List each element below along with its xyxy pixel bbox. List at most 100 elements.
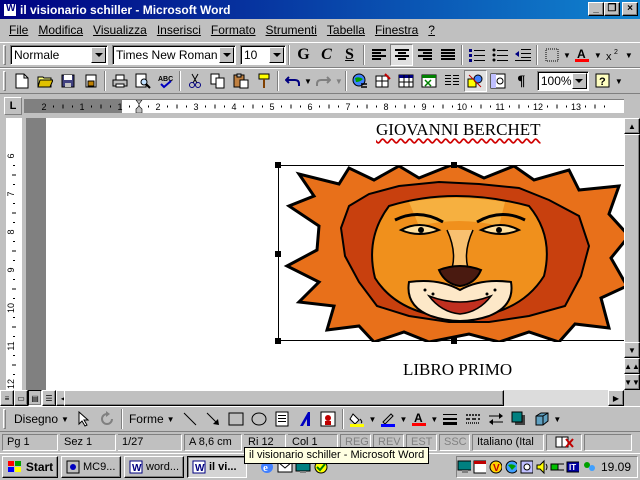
scheduler-tray-icon[interactable] [519,459,533,475]
rectangle-tool-button[interactable] [225,408,248,430]
style-combo[interactable]: Normale [10,45,108,65]
fill-color-button[interactable] [346,408,369,430]
3d-button[interactable] [530,408,553,430]
status-section[interactable]: Sez 1 [60,433,116,451]
menu-inserisci[interactable]: Inserisci [152,21,206,39]
undo-button[interactable] [281,70,304,92]
messenger-tray-icon[interactable] [581,459,595,475]
superscript-button[interactable]: x2 [602,44,625,66]
bullets-button[interactable] [488,44,511,66]
tables-borders-button[interactable] [372,70,395,92]
previous-page-button[interactable]: ▲▲ [624,358,640,374]
title-bar[interactable]: il visionario schiller - Microsoft Word … [0,0,640,19]
first-line-indent-marker[interactable] [135,100,143,105]
draw-menu-button[interactable]: Disegno ▼ [10,408,73,430]
wordart-button[interactable] [294,408,317,430]
save-button[interactable] [56,70,79,92]
vertical-scrollbar[interactable]: ▲ ▼ ▲▲ ▼▼ [624,118,640,390]
scroll-down-button[interactable]: ▼ [624,342,640,358]
align-right-button[interactable] [413,44,436,66]
toolbar-grip[interactable] [3,45,6,65]
font-combo[interactable]: Times New Roman [112,45,236,65]
line-style-button[interactable] [438,408,461,430]
close-button[interactable]: × [622,2,638,16]
justify-button[interactable] [436,44,459,66]
show-hide-button[interactable]: ¶ [510,70,533,92]
copy-button[interactable] [206,70,229,92]
lion-clipart-image[interactable] [275,162,624,344]
next-page-button[interactable]: ▼▼ [624,374,640,390]
ruler-strip[interactable]: 2 1 1 2 3 4 5 6 7 8 9 10 11 12 13 [24,99,624,113]
line-tool-button[interactable] [179,408,202,430]
resize-handle-top[interactable] [451,162,457,168]
borders-dropdown-icon[interactable]: ▼ [563,51,571,60]
open-button[interactable] [33,70,56,92]
cut-button[interactable] [183,70,206,92]
insert-table-button[interactable] [395,70,418,92]
permission-button[interactable] [79,70,102,92]
toolbar-grip[interactable] [3,409,6,429]
menu-visualizza[interactable]: Visualizza [88,21,152,39]
normal-view-button[interactable]: ≡ [0,390,14,406]
antivirus-tray-icon[interactable]: V [488,459,502,475]
horizontal-scrollbar[interactable]: ≡ ▭ ▤ ☰ ◀ ▶ [0,390,624,406]
spelling-status-icon[interactable] [546,433,582,451]
status-language[interactable]: Italiano (Ital [472,433,544,451]
minimize-button[interactable]: _ [588,2,604,16]
document-area[interactable]: GIOVANNI BERCHET LIBRO PRIMO [26,118,624,390]
taskbar-button-word[interactable]: W word... [124,456,184,478]
underline-button[interactable]: S [338,44,361,66]
office-assistant-button[interactable]: ? [592,70,615,92]
taskbar-button-current-doc[interactable]: W il vi... [187,456,247,478]
font-size-combo[interactable]: 10 [240,45,286,65]
toolbar-grip[interactable] [3,71,6,91]
resize-handle-left[interactable] [275,251,281,257]
clock[interactable]: 19.09 [601,460,631,474]
select-objects-button[interactable] [73,408,96,430]
align-center-button[interactable] [390,44,413,66]
monitor-tray-icon[interactable] [457,459,471,475]
free-rotate-button[interactable] [96,408,119,430]
network-globe-tray-icon[interactable] [504,459,518,475]
numbering-button[interactable] [465,44,488,66]
print-layout-view-button[interactable]: ▤ [28,390,42,406]
menu-tabella[interactable]: Tabella [322,21,370,39]
fill-color-dropdown-icon[interactable]: ▼ [369,415,377,424]
arrow-tool-button[interactable] [202,408,225,430]
insert-clipart-button[interactable] [317,408,340,430]
drawing-font-color-dropdown-icon[interactable]: ▼ [430,415,438,424]
decrease-indent-button[interactable] [511,44,534,66]
font-color-dropdown-icon[interactable]: ▼ [594,51,602,60]
document-page[interactable]: GIOVANNI BERCHET LIBRO PRIMO [46,118,624,390]
zoom-dropdown-icon[interactable] [571,73,587,89]
resize-handle-bottom-left[interactable] [275,338,281,344]
resize-handle-top-left[interactable] [275,162,281,168]
status-overtype[interactable]: SSC [439,433,470,451]
web-layout-view-button[interactable]: ▭ [14,390,28,406]
menu-help[interactable]: ? [423,21,440,39]
toolbar-overflow-icon[interactable]: ▼ [615,77,623,86]
toolbar-overflow-icon[interactable]: ▼ [625,51,633,60]
bold-button[interactable]: G [292,44,315,66]
style-dropdown-icon[interactable] [91,47,106,63]
menu-modifica[interactable]: Modifica [33,21,88,39]
autoshapes-menu-button[interactable]: Forme ▼ [125,408,179,430]
undo-dropdown-icon[interactable]: ▼ [304,77,312,86]
author-heading[interactable]: GIOVANNI BERCHET [376,120,541,140]
horizontal-ruler[interactable]: L 2 1 1 2 3 4 5 6 7 8 9 10 11 12 13 [0,95,640,117]
menu-formato[interactable]: Formato [206,21,261,39]
menu-strumenti[interactable]: Strumenti [261,21,322,39]
menu-file[interactable]: File [4,21,33,39]
font-dropdown-icon[interactable] [219,47,234,63]
zoom-combo[interactable]: 100% [536,71,589,91]
volume-speaker-icon[interactable] [535,459,549,475]
status-page[interactable]: Pg 1 [2,433,58,451]
outline-view-button[interactable]: ☰ [42,390,56,406]
paste-button[interactable] [229,70,252,92]
drawing-font-color-button[interactable]: A [407,408,430,430]
format-painter-button[interactable] [252,70,275,92]
keyboard-lang-icon[interactable]: IT [566,459,580,475]
toolbar-overflow-icon[interactable]: ▼ [553,415,561,424]
line-color-dropdown-icon[interactable]: ▼ [399,415,407,424]
italic-button[interactable]: C [315,44,338,66]
